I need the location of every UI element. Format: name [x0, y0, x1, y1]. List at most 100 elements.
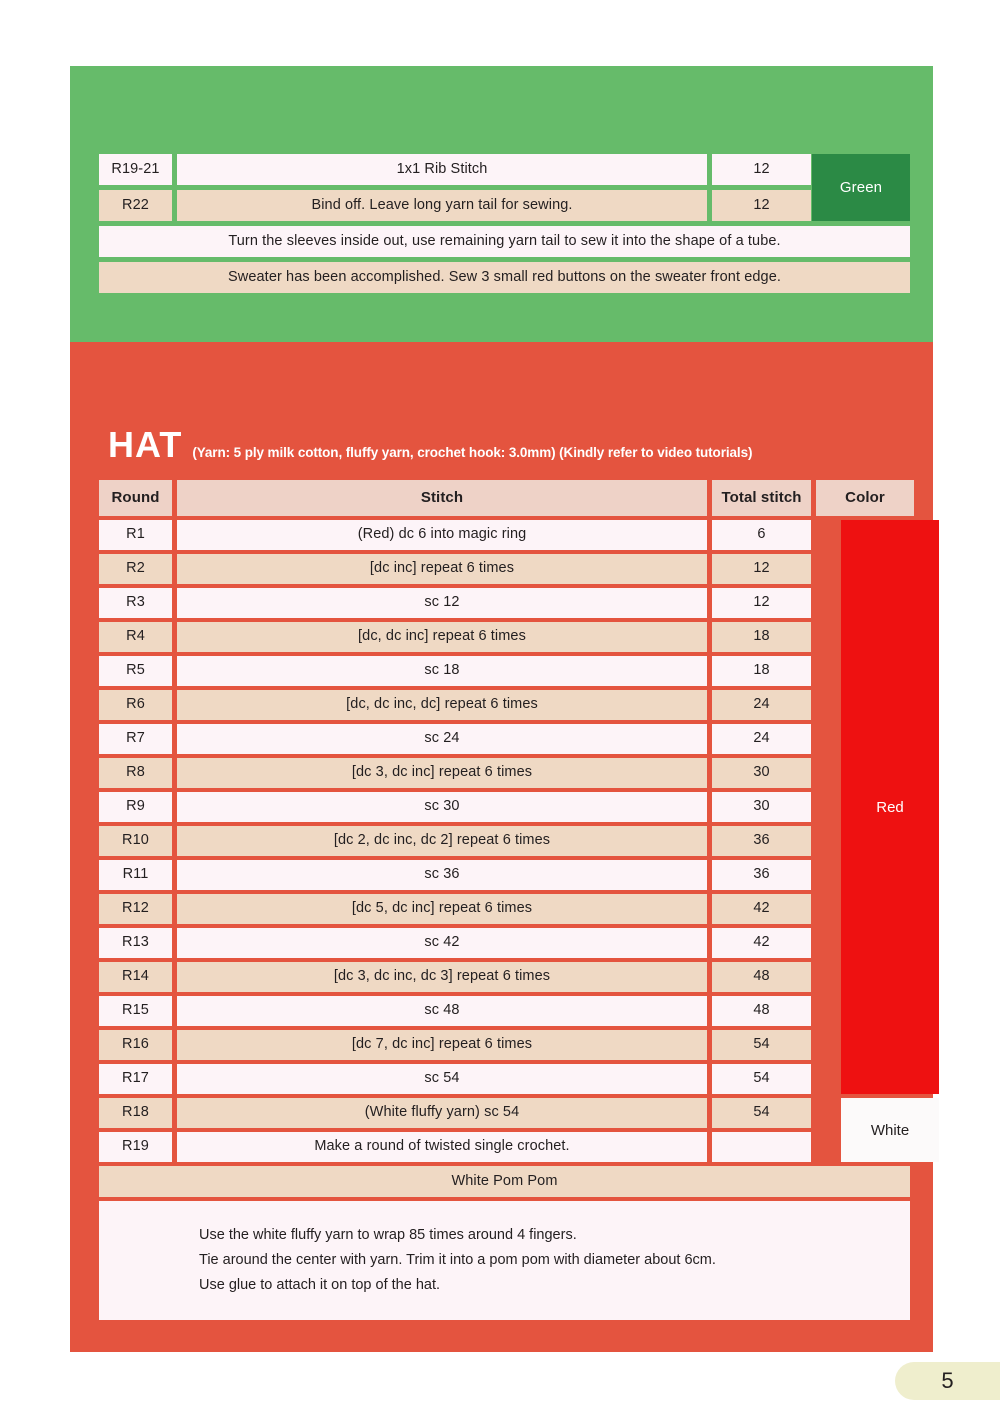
table-row: R17 sc 54 54 [99, 1064, 910, 1094]
header-color: Color [816, 480, 914, 516]
pom-pom-note-1: Use the white fluffy yarn to wrap 85 tim… [199, 1227, 577, 1243]
page-number: 5 [895, 1362, 1000, 1400]
round-cell: R7 [99, 724, 172, 754]
stitch-cell: [dc 2, dc inc, dc 2] repeat 6 times [177, 826, 707, 856]
round-cell: R12 [99, 894, 172, 924]
hat-rows-container: R1 (Red) dc 6 into magic ring 6 R2 [dc inc] … [99, 520, 910, 1166]
table-row: R7 sc 24 24 [99, 724, 910, 754]
stitch-cell: [dc 3, dc inc] repeat 6 times [177, 758, 707, 788]
stitch-cell: sc 30 [177, 792, 707, 822]
round-cell: R6 [99, 690, 172, 720]
table-row: R2 [dc inc] repeat 6 times 12 [99, 554, 910, 584]
hat-subtitle: (Yarn: 5 ply milk cotton, fluffy yarn, c… [192, 445, 753, 460]
total-stitch-cell: 48 [712, 996, 811, 1026]
round-cell: R17 [99, 1064, 172, 1094]
stitch-cell: [dc, dc inc, dc] repeat 6 times [177, 690, 707, 720]
table-row: R14 [dc 3, dc inc, dc 3] repeat 6 times 48 [99, 962, 910, 992]
total-stitch-cell: 12 [712, 154, 811, 185]
total-stitch-cell: 24 [712, 690, 811, 720]
total-stitch-cell: 30 [712, 758, 811, 788]
round-cell: R15 [99, 996, 172, 1026]
round-cell: R19 [99, 1132, 172, 1162]
pom-pom-notes-row: Use the white fluffy yarn to wrap 85 tim… [99, 1201, 910, 1320]
hat-table: Round Stitch Total stitch Color R1 (Red) … [99, 480, 939, 1324]
round-cell: R9 [99, 792, 172, 822]
color-swatch-white: White [841, 1098, 939, 1162]
total-stitch-cell: 36 [712, 826, 811, 856]
stitch-cell: sc 18 [177, 656, 707, 686]
round-cell: R22 [99, 190, 172, 221]
round-cell: R5 [99, 656, 172, 686]
stitch-cell: sc 36 [177, 860, 707, 890]
total-stitch-cell: 12 [712, 588, 811, 618]
total-stitch-cell: 42 [712, 928, 811, 958]
total-stitch-cell: 42 [712, 894, 811, 924]
round-cell: R1 [99, 520, 172, 550]
total-stitch-cell: 18 [712, 656, 811, 686]
total-stitch-cell: 12 [712, 554, 811, 584]
total-stitch-cell: 54 [712, 1064, 811, 1094]
stitch-cell: 1x1 Rib Stitch [177, 154, 707, 185]
round-cell: R3 [99, 588, 172, 618]
header-round: Round [99, 480, 172, 516]
stitch-cell: sc 42 [177, 928, 707, 958]
total-stitch-cell [712, 1132, 811, 1162]
hat-heading: HAT (Yarn: 5 ply milk cotton, fluffy yar… [108, 424, 752, 466]
stitch-cell: sc 24 [177, 724, 707, 754]
note-row: Turn the sleeves inside out, use remaini… [99, 226, 910, 257]
stitch-cell: Make a round of twisted single crochet. [177, 1132, 707, 1162]
table-row: R15 sc 48 48 [99, 996, 910, 1026]
pom-pom-note-2: Tie around the center with yarn. Trim it… [199, 1251, 716, 1268]
header-stitch: Stitch [177, 480, 707, 516]
pom-pom-title: White Pom Pom [99, 1166, 910, 1197]
round-cell: R19-21 [99, 154, 172, 185]
table-row: R3 sc 12 12 [99, 588, 910, 618]
sweater-section-panel: R19-21 1x1 Rib Stitch 12 Green R22 Bind … [70, 66, 933, 342]
stitch-cell: [dc, dc inc] repeat 6 times [177, 622, 707, 652]
stitch-cell: sc 48 [177, 996, 707, 1026]
round-cell: R14 [99, 962, 172, 992]
table-row: R4 [dc, dc inc] repeat 6 times 18 [99, 622, 910, 652]
round-cell: R8 [99, 758, 172, 788]
round-cell: R10 [99, 826, 172, 856]
total-stitch-cell: 6 [712, 520, 811, 550]
stitch-cell: Bind off. Leave long yarn tail for sewin… [177, 190, 707, 221]
table-row: R19 Make a round of twisted single croche… [99, 1132, 910, 1162]
round-cell: R18 [99, 1098, 172, 1128]
round-cell: R2 [99, 554, 172, 584]
table-row: R16 [dc 7, dc inc] repeat 6 times 54 [99, 1030, 910, 1060]
round-cell: R4 [99, 622, 172, 652]
table-row: R10 [dc 2, dc inc, dc 2] repeat 6 times 36 [99, 826, 910, 856]
stitch-cell: [dc inc] repeat 6 times [177, 554, 707, 584]
table-row: R19-21 1x1 Rib Stitch 12 Green [99, 154, 910, 221]
total-stitch-cell: 36 [712, 860, 811, 890]
pom-pom-notes: Use the white fluffy yarn to wrap 85 tim… [99, 1201, 910, 1320]
round-cell: R13 [99, 928, 172, 958]
pom-pom-title-row: White Pom Pom [99, 1166, 910, 1197]
table-row: R18 (White fluffy yarn) sc 54 54 [99, 1098, 910, 1128]
total-stitch-cell: 12 [712, 190, 811, 221]
sweater-table: R19-21 1x1 Rib Stitch 12 Green R22 Bind … [99, 154, 910, 298]
table-row: R11 sc 36 36 [99, 860, 910, 890]
table-header-row: Round Stitch Total stitch Color [99, 480, 914, 516]
stitch-cell: sc 12 [177, 588, 707, 618]
table-row: R13 sc 42 42 [99, 928, 910, 958]
table-row: R6 [dc, dc inc, dc] repeat 6 times 24 [99, 690, 910, 720]
table-row: R1 (Red) dc 6 into magic ring 6 [99, 520, 910, 550]
total-stitch-cell: 48 [712, 962, 811, 992]
total-stitch-cell: 30 [712, 792, 811, 822]
round-cell: R11 [99, 860, 172, 890]
stitch-cell: [dc 3, dc inc, dc 3] repeat 6 times [177, 962, 707, 992]
table-row: R8 [dc 3, dc inc] repeat 6 times 30 [99, 758, 910, 788]
page-title: HAT [108, 424, 183, 465]
sweater-note-2: Sweater has been accomplished. Sew 3 sma… [99, 262, 910, 293]
sweater-note-1: Turn the sleeves inside out, use remaini… [99, 226, 910, 257]
note-row: Sweater has been accomplished. Sew 3 sma… [99, 262, 910, 293]
total-stitch-cell: 24 [712, 724, 811, 754]
color-swatch-red: Red [841, 520, 939, 1094]
pom-pom-note-3: Use glue to attach it on top of the hat. [199, 1276, 441, 1293]
color-swatch-green: Green [812, 154, 910, 221]
hat-section-panel: HAT (Yarn: 5 ply milk cotton, fluffy yar… [70, 342, 939, 1352]
round-cell: R16 [99, 1030, 172, 1060]
table-row: R9 sc 30 30 [99, 792, 910, 822]
